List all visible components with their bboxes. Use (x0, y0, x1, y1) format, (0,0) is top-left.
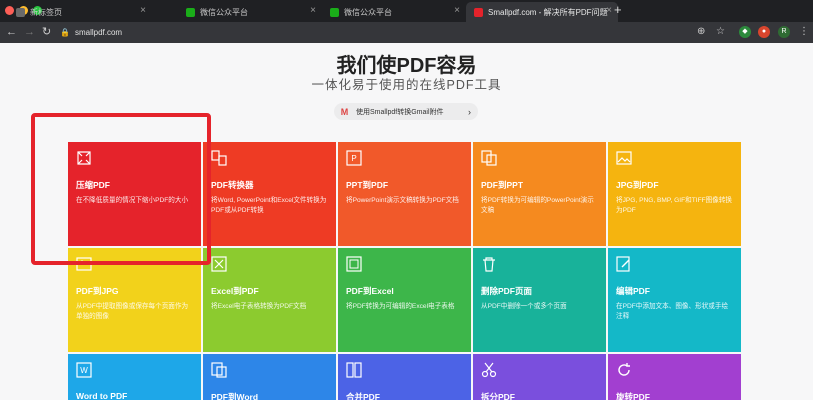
pdf-word-icon (211, 362, 227, 378)
reload-icon[interactable]: ↻ (42, 25, 51, 39)
browser-tab-bar: 新标签页 × 微信公众平台 × 微信公众平台 × Smallpdf.com - 解决所有PD… (0, 0, 813, 22)
tool-title: JPG到PDF (616, 180, 659, 190)
profile-avatar[interactable]: R (778, 26, 790, 38)
smallpdf-page: 我们使PDF容易 一体化易于使用的在线PDF工具 M 使用Smallpdf转换G… (0, 43, 813, 400)
highlight-box (31, 113, 211, 265)
forward-icon[interactable]: → (24, 25, 35, 39)
tool-card[interactable]: 编辑PDF 在PDF中添加文本、图像、形状或手绘注释 (608, 248, 741, 352)
tool-title: 删除PDF页面 (481, 286, 533, 296)
close-tab-icon[interactable]: × (606, 5, 612, 16)
new-tab-button[interactable]: + (614, 3, 622, 17)
close-tab-icon[interactable]: × (454, 5, 460, 16)
tool-title: PPT到PDF (346, 180, 389, 190)
url-field[interactable]: 🔒 smallpdf.com (60, 26, 660, 39)
tool-card[interactable]: 合并PDF (338, 354, 471, 400)
tab-favicon-icon (474, 7, 483, 17)
pdf-excel-icon (346, 256, 362, 272)
tool-title: Word to PDF (76, 391, 128, 400)
tool-description: 将PowerPoint演示文稿转换为PDF文档 (346, 197, 459, 204)
image-icon (616, 150, 632, 166)
tab-label: 新标签页 (30, 7, 62, 17)
tool-card[interactable]: PDF到Word (203, 354, 336, 400)
tool-description: 从PDF中提取图像或保存每个页面作为单独的图像 (76, 303, 189, 320)
tool-title: 编辑PDF (616, 286, 651, 296)
tool-card[interactable]: 旋转PDF (608, 354, 741, 400)
extension-icon[interactable]: ● (758, 26, 770, 38)
tool-description: 将Excel电子表格转换为PDF文档 (211, 303, 307, 310)
tab-label: 微信公众平台 (344, 7, 392, 17)
tool-description: 将Word, PowerPoint和Excel文件转换为PDF或从PDF转换 (211, 197, 327, 214)
browser-tab[interactable]: Smallpdf.com - 解决所有PDF问题 × (466, 2, 618, 22)
browser-tab[interactable]: 微信公众平台 × (178, 2, 322, 22)
tool-title: PDF到JPG (76, 286, 119, 296)
convert-icon (211, 150, 227, 166)
tool-card[interactable]: JPG到PDF 将JPG, PNG, BMP, GIF和TIFF图像转换为PDF (608, 142, 741, 246)
bookmark-star-icon[interactable]: ☆ (716, 25, 725, 39)
pdf-ppt-icon (481, 150, 497, 166)
tool-card[interactable]: PDF转换器将Word, PowerPoint和Excel文件转换为PDF或从P… (203, 142, 336, 246)
rotate-icon (616, 362, 632, 378)
edit-icon (616, 256, 632, 272)
gmail-integration-button[interactable]: M 使用Smallpdf转换Gmail附件 › (334, 103, 478, 120)
browser-tab[interactable]: 新标签页 × (8, 2, 152, 22)
tool-title: PDF到Word (211, 392, 259, 400)
tool-description: 将PDF转换为可编辑的PowerPoint演示文稿 (481, 197, 594, 214)
tool-description: 将PDF转换为可编辑的Excel电子表格 (346, 303, 455, 310)
close-tab-icon[interactable]: × (310, 5, 316, 16)
menu-icon[interactable]: ⋮ (799, 25, 809, 39)
tool-title: 拆分PDF (481, 392, 516, 400)
tool-card[interactable]: 删除PDF页面从PDF中删除一个或多个页面 (473, 248, 606, 352)
close-tab-icon[interactable]: × (140, 5, 146, 16)
browser-tab[interactable]: 微信公众平台 × (322, 2, 466, 22)
tab-label: 微信公众平台 (200, 7, 248, 17)
tab-label: Smallpdf.com - 解决所有PDF问题 (488, 7, 608, 17)
tool-description: 将JPG, PNG, BMP, GIF和TIFF图像转换为PDF (616, 197, 733, 214)
tool-description: 从PDF中删除一个或多个页面 (481, 303, 567, 310)
zoom-icon[interactable]: ⊕ (697, 25, 705, 39)
page-subtitle: 一体化易于使用的在线PDF工具 (311, 78, 502, 92)
back-icon[interactable]: ← (6, 25, 17, 39)
scissors-icon (481, 362, 497, 378)
tool-title: PDF到PPT (481, 180, 524, 190)
excel-icon (211, 256, 227, 272)
ppt-icon: P (346, 150, 362, 166)
extension-icon[interactable]: ◆ (739, 26, 751, 38)
tool-card[interactable]: 拆分PDF (473, 354, 606, 400)
tool-title: PDF转换器 (211, 180, 254, 190)
tab-favicon-icon (186, 7, 195, 17)
tool-card[interactable]: Excel到PDF 将Excel电子表格转换为PDF文档 (203, 248, 336, 352)
address-bar: ← → ↻ 🔒 smallpdf.com ⊕ ☆ ◆ ● R ⋮ (0, 22, 813, 43)
gmail-icon: M (340, 106, 349, 117)
merge-icon (346, 362, 362, 378)
tool-card[interactable]: P PPT到PDF 将PowerPoint演示文稿转换为PDF文档 (338, 142, 471, 246)
tool-title: 旋转PDF (616, 392, 651, 400)
trash-icon (481, 256, 497, 272)
tool-card[interactable]: PDF到Excel 将PDF转换为可编辑的Excel电子表格 (338, 248, 471, 352)
tool-title: Excel到PDF (211, 286, 259, 296)
gmail-pill-label: 使用Smallpdf转换Gmail附件 (356, 108, 444, 116)
tool-card[interactable]: W Word to PDF (68, 354, 201, 400)
lock-icon: 🔒 (60, 28, 70, 37)
word-icon: W (76, 362, 92, 378)
chevron-right-icon: › (468, 106, 471, 117)
tool-title: PDF到Excel (346, 286, 394, 296)
svg-text:W: W (80, 366, 88, 375)
tool-title: 合并PDF (346, 392, 381, 400)
tab-favicon-icon (16, 7, 25, 17)
tab-favicon-icon (330, 7, 339, 17)
svg-text:P: P (351, 154, 356, 163)
url-text: smallpdf.com (74, 28, 123, 37)
tool-card[interactable]: PDF到PPT 将PDF转换为可编辑的PowerPoint演示文稿 (473, 142, 606, 246)
tool-description: 在PDF中添加文本、图像、形状或手绘注释 (616, 303, 729, 320)
